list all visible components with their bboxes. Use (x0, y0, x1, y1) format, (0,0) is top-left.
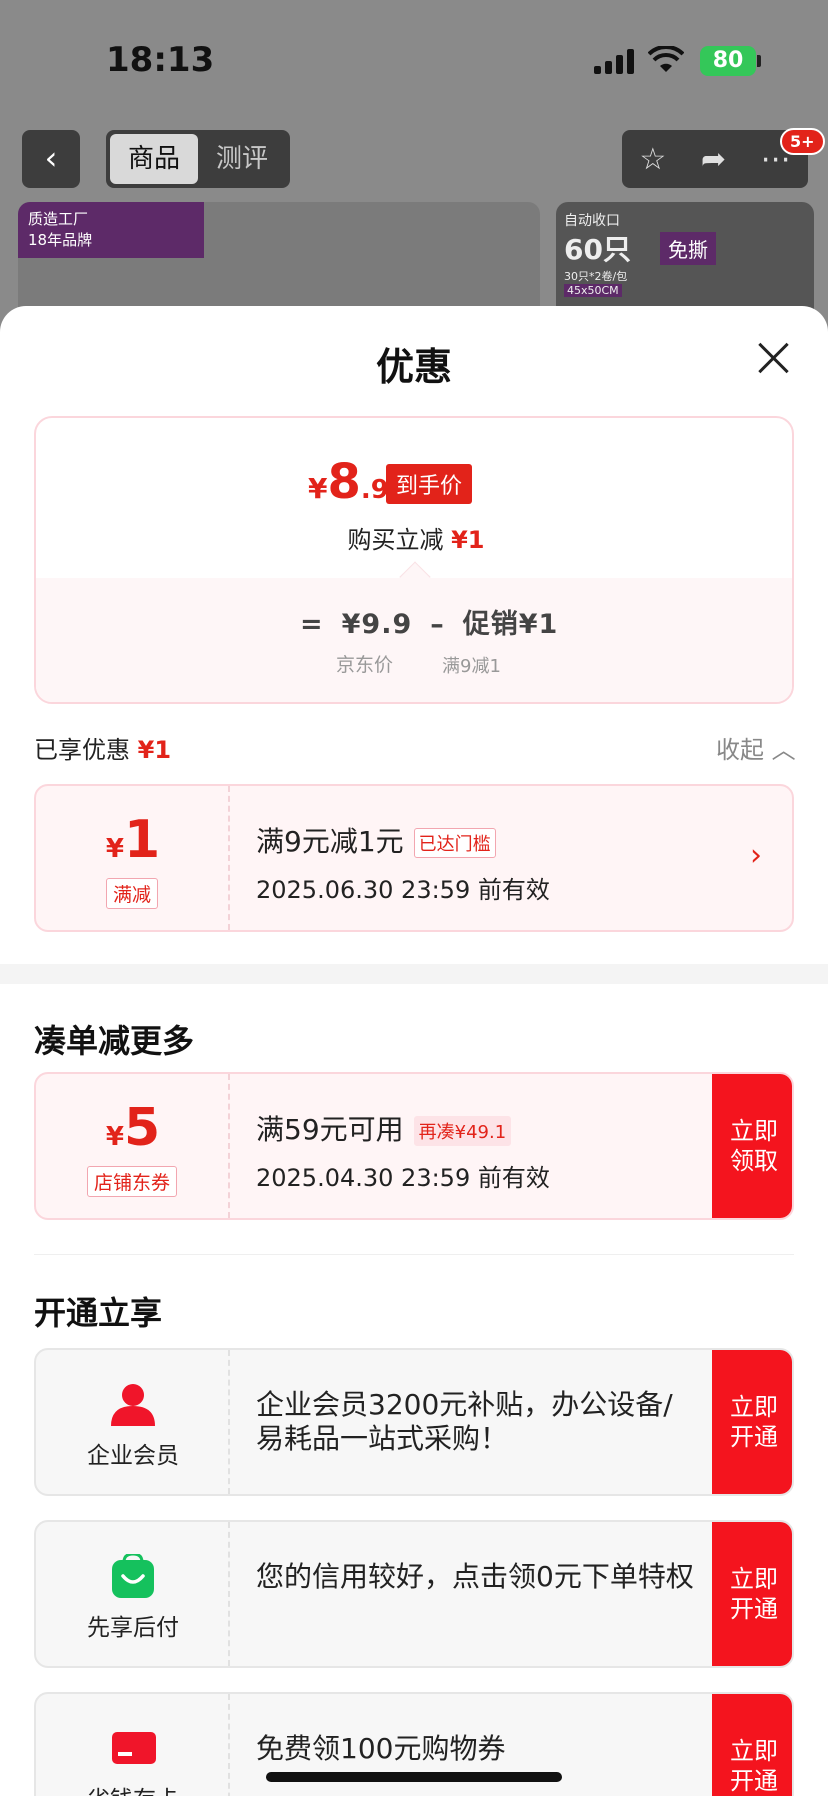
chevron-left-icon: ‹ (44, 139, 58, 177)
collapse-button[interactable]: 收起 ︿ (716, 730, 796, 765)
thin-divider (34, 1254, 794, 1255)
shop-coupon: ¥5 店铺东券 满59元可用 再凑¥49.1 2025.04.30 23:59 前… (34, 1072, 794, 1220)
membership-label: 先享后付 (87, 1615, 179, 1641)
brand-label: 质造工厂 18年品牌 (18, 202, 204, 258)
status-time: 18:13 (106, 40, 215, 80)
threshold-badge: 已达门槛 (413, 828, 496, 858)
membership-label: 省钱存卡 (36, 1780, 230, 1796)
battery-tip (757, 55, 761, 67)
formula-equals: = (300, 609, 324, 640)
banner-right-spec2: 45x50CM (564, 284, 622, 297)
activate-button[interactable]: 立即开通 (712, 1522, 792, 1666)
formula-minus: – (430, 609, 445, 640)
enjoyed-label: 已享优惠 (34, 736, 130, 764)
activate-button[interactable]: 立即开通 (712, 1350, 792, 1494)
formula-promo: 促销¥1 (462, 609, 559, 640)
formula-jd-price: ¥9.9 (341, 609, 413, 640)
coupon-amount-area: ¥5 店铺东券 (36, 1074, 230, 1218)
collapse-label: 收起 (716, 736, 764, 764)
coupon-amount-value: 1 (123, 810, 161, 870)
banner-right-big: 60只 (564, 233, 631, 266)
instant-cut-line: 购买立减 ¥1 (36, 520, 792, 555)
coupon-amount-value: 5 (123, 1098, 161, 1158)
final-price-int: 8 (327, 454, 361, 510)
coupon-title-text: 满59元可用 (256, 1113, 404, 1146)
back-button[interactable]: ‹ (22, 130, 80, 188)
discount-sheet: 优惠 ¥8.9 到手价 购买立减 ¥1 = ¥9.9– 促销¥1 京东价 满9减1 … (0, 306, 828, 1796)
top-nav: ‹ 商品 测评 ☆ ➦ ⋯ 5+ (0, 128, 828, 192)
person-icon (111, 1384, 155, 1426)
chevron-right-icon[interactable]: › (750, 838, 762, 873)
price-breakdown-card: ¥8.9 到手价 购买立减 ¥1 = ¥9.9– 促销¥1 京东价 满9减1 (34, 416, 794, 704)
section-divider (0, 964, 828, 984)
enjoyed-value: ¥1 (137, 736, 172, 764)
price-formula-area: = ¥9.9– 促销¥1 京东价 满9减1 (36, 561, 792, 702)
home-indicator (266, 1772, 562, 1782)
final-price-tag: 到手价 (386, 464, 473, 504)
membership-icon-area: 先享后付 (36, 1522, 230, 1666)
close-icon[interactable] (750, 336, 796, 382)
instant-cut-label: 购买立减 (347, 526, 444, 554)
enjoyed-discount: 已享优惠 ¥1 (34, 730, 171, 765)
sheet-title: 优惠 (375, 345, 452, 389)
coupon-title-text: 满9元减1元 (256, 825, 404, 858)
applied-coupon[interactable]: ¥1 满减 满9元减1元 已达门槛 2025.06.30 23:59 前有效 › (34, 784, 794, 932)
coupon-amount-area: ¥1 满减 (36, 786, 230, 930)
final-price-dec: .9 (360, 475, 389, 505)
final-price: ¥8.9 (308, 454, 389, 510)
membership-icon-area: 省钱存卡 (36, 1694, 230, 1796)
coupon-title: 满59元可用 再凑¥49.1 (256, 1108, 512, 1148)
coupon-valid: 2025.06.30 23:59 前有效 (256, 876, 550, 904)
final-price-yen: ¥ (308, 472, 328, 505)
membership-text: 您的信用较好，点击领0元下单特权 (256, 1560, 694, 1593)
instant-cut-value: ¥1 (451, 526, 485, 554)
card-icon (112, 1732, 156, 1764)
promo-desc: 满9减1 (442, 656, 501, 677)
membership-icon-area: 企业会员 (36, 1350, 230, 1494)
chevron-up-icon: ︿ (771, 736, 796, 764)
coupon-amount: ¥1 (36, 810, 230, 870)
final-price-area: ¥8.9 到手价 购买立减 ¥1 (36, 418, 792, 578)
claim-coupon-button[interactable]: 立即领取 (712, 1074, 792, 1218)
tab-review[interactable]: 测评 (198, 134, 286, 184)
tab-product[interactable]: 商品 (110, 134, 198, 184)
coupon-amount: ¥5 (36, 1098, 230, 1158)
coupon-yen: ¥ (105, 1122, 124, 1152)
cellular-signal-icon (594, 48, 634, 74)
brand-line-2: 18年品牌 (28, 231, 93, 249)
price-formula: = ¥9.9– 促销¥1 (300, 602, 576, 641)
wifi-icon (648, 46, 684, 72)
shopping-bag-icon (112, 1554, 154, 1598)
status-bar: 18:13 80 (0, 0, 828, 120)
membership-text: 免费领100元购物券 (256, 1732, 506, 1765)
share-icon[interactable]: ➦ (701, 142, 726, 177)
membership-card-enterprise: 企业会员 企业会员3200元补贴，办公设备/易耗品一站式采购！ 立即开通 (34, 1348, 794, 1496)
banner-right-spec1: 30只*2卷/包 (564, 270, 628, 283)
coupon-yen: ¥ (105, 834, 124, 864)
battery-icon: 80 (700, 46, 756, 76)
brand-line-1: 质造工厂 (28, 210, 89, 228)
remaining-badge: 再凑¥49.1 (413, 1116, 512, 1146)
more-section-title: 凑单减更多 (34, 1022, 195, 1060)
tab-switcher: 商品 测评 (106, 130, 290, 188)
jd-price-label: 京东价 (336, 654, 394, 676)
star-icon[interactable]: ☆ (639, 142, 666, 177)
coupon-valid: 2025.04.30 23:59 前有效 (256, 1164, 550, 1192)
membership-label: 企业会员 (87, 1443, 179, 1469)
coupon-type-tag: 满减 (105, 878, 159, 909)
activate-button[interactable]: 立即开通 (712, 1694, 792, 1796)
notification-badge: 5+ (780, 128, 825, 155)
coupon-title: 满9元减1元 已达门槛 (256, 820, 496, 860)
membership-card-paylater: 先享后付 您的信用较好，点击领0元下单特权 立即开通 (34, 1520, 794, 1668)
banner-right-tag: 免撕 (660, 232, 716, 265)
coupon-type-tag: 店铺东券 (86, 1166, 178, 1197)
membership-text: 企业会员3200元补贴，办公设备/易耗品一站式采购！ (256, 1388, 673, 1455)
open-section-title: 开通立享 (34, 1294, 163, 1332)
